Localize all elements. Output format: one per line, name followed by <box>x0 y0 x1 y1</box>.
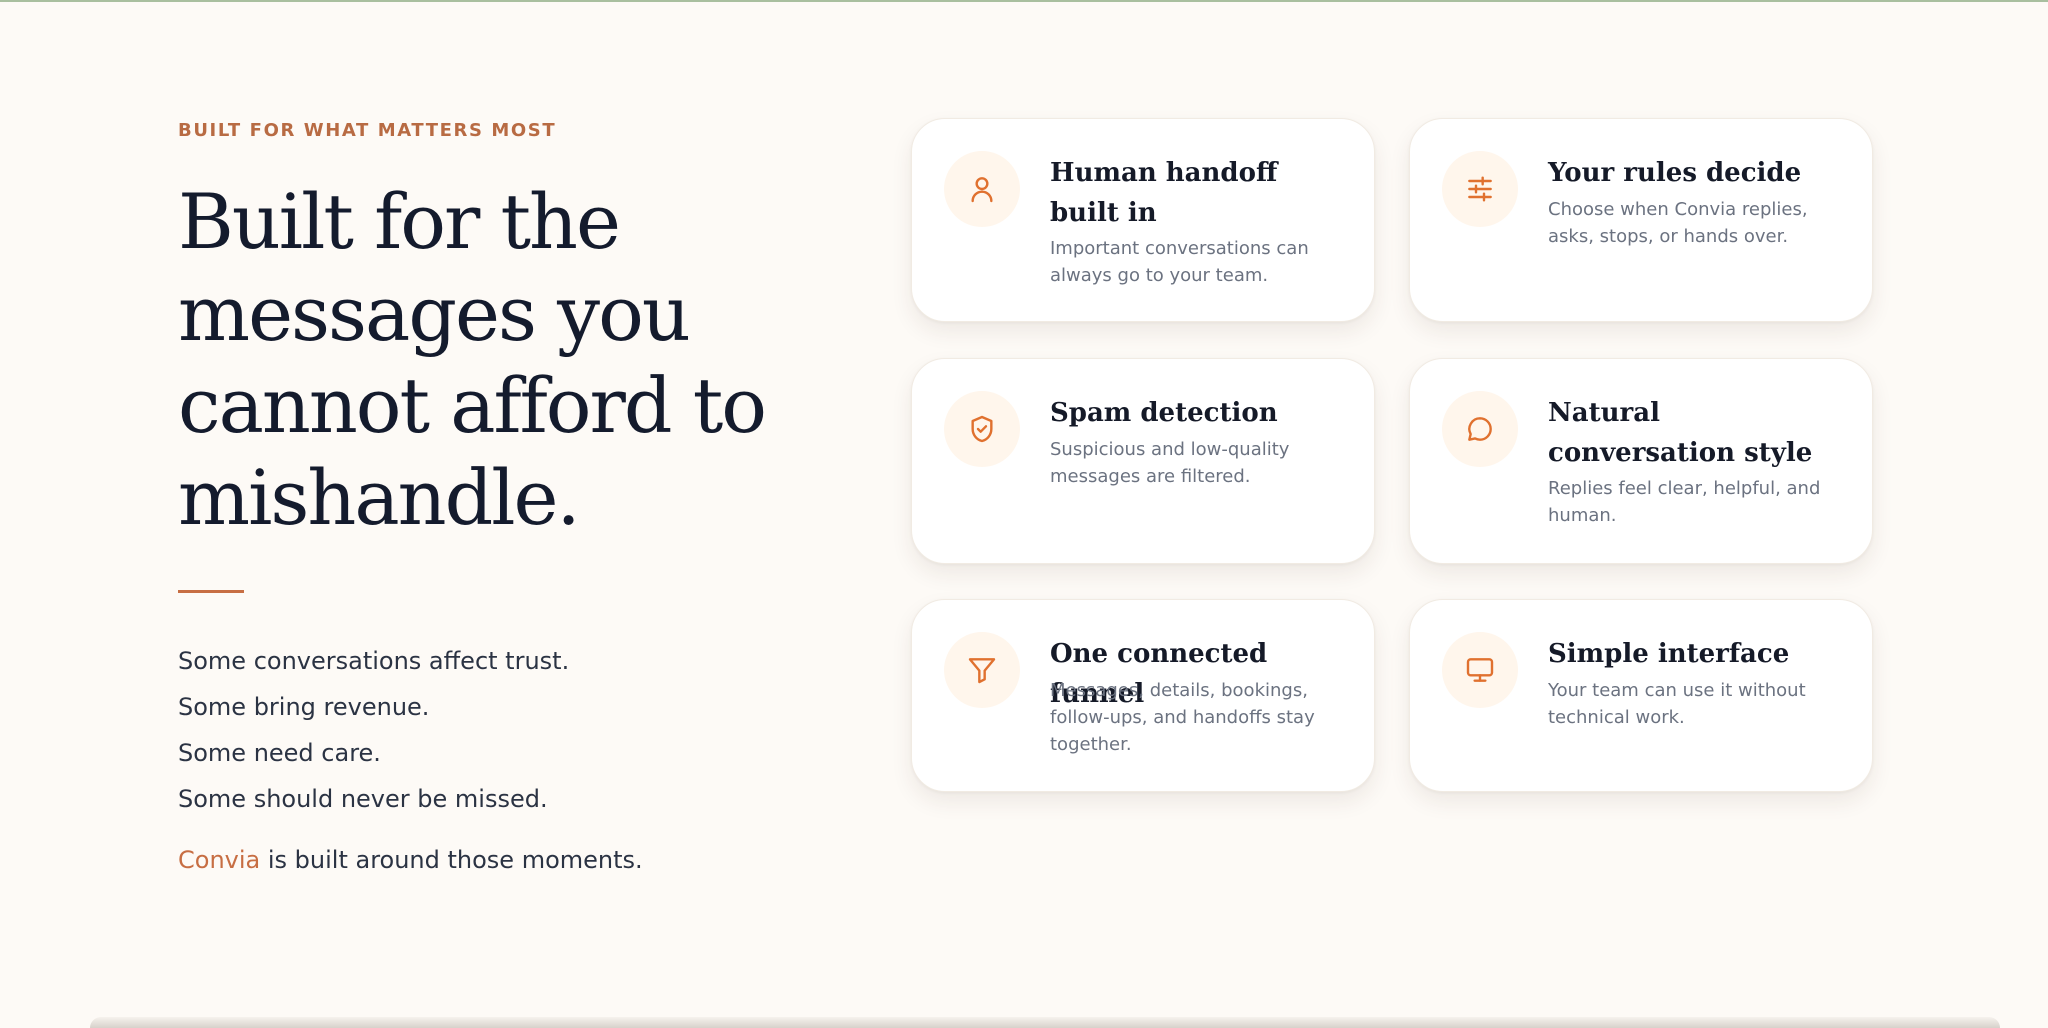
feature-title: Your rules decide <box>1548 158 1802 188</box>
intro-line: Some need care. <box>178 739 381 767</box>
feature-description: Messages, details, bookings, follow-ups,… <box>1050 680 1315 755</box>
feature-card-spam-detection: Spam detection Suspicious and low-qualit… <box>911 358 1375 564</box>
feature-description: Replies feel clear, helpful, and human. <box>1548 478 1821 526</box>
next-section-edge <box>90 1017 2000 1028</box>
intro-line: Some bring revenue. <box>178 693 430 721</box>
monitor-icon <box>1442 632 1518 708</box>
eyebrow-label: BUILT FOR WHAT MATTERS MOST <box>178 120 557 141</box>
feature-description: Your team can use it without technical w… <box>1548 680 1806 728</box>
funnel-icon <box>944 632 1020 708</box>
closing-statement: Convia is built around those moments. <box>178 846 643 874</box>
feature-description: Suspicious and low-quality messages are … <box>1050 439 1290 487</box>
feature-title: Human handoff built in <box>1050 158 1278 228</box>
feature-card-conversation-style: Natural conversation style Replies feel … <box>1409 358 1873 564</box>
user-icon <box>944 151 1020 227</box>
feature-title: Natural conversation style <box>1548 398 1813 468</box>
feature-description: Choose when Convia replies, asks, stops,… <box>1548 199 1808 247</box>
intro-lines: Some conversations affect trust. Some br… <box>178 638 818 822</box>
intro-line: Some conversations affect trust. <box>178 647 570 675</box>
closing-text: is built around those moments. <box>260 846 643 874</box>
feature-description: Important conversations can always go to… <box>1050 238 1309 286</box>
feature-card-rules: Your rules decide Choose when Convia rep… <box>1409 118 1873 322</box>
sliders-icon <box>1442 151 1518 227</box>
intro-line: Some should never be missed. <box>178 785 548 813</box>
shield-check-icon <box>944 391 1020 467</box>
feature-title: Spam detection <box>1050 398 1278 428</box>
feature-title: Simple interface <box>1548 639 1790 669</box>
accent-divider <box>178 590 244 593</box>
page-title: Built for the messages you cannot afford… <box>178 177 767 542</box>
feature-card-connected-funnel: One connected funnel Messages, details, … <box>911 599 1375 792</box>
brand-name: Convia <box>178 846 261 874</box>
feature-card-human-handoff: Human handoff built in Important convers… <box>911 118 1375 322</box>
top-border <box>0 0 2048 2</box>
feature-card-simple-interface: Simple interface Your team can use it wi… <box>1409 599 1873 792</box>
chat-bubble-icon <box>1442 391 1518 467</box>
